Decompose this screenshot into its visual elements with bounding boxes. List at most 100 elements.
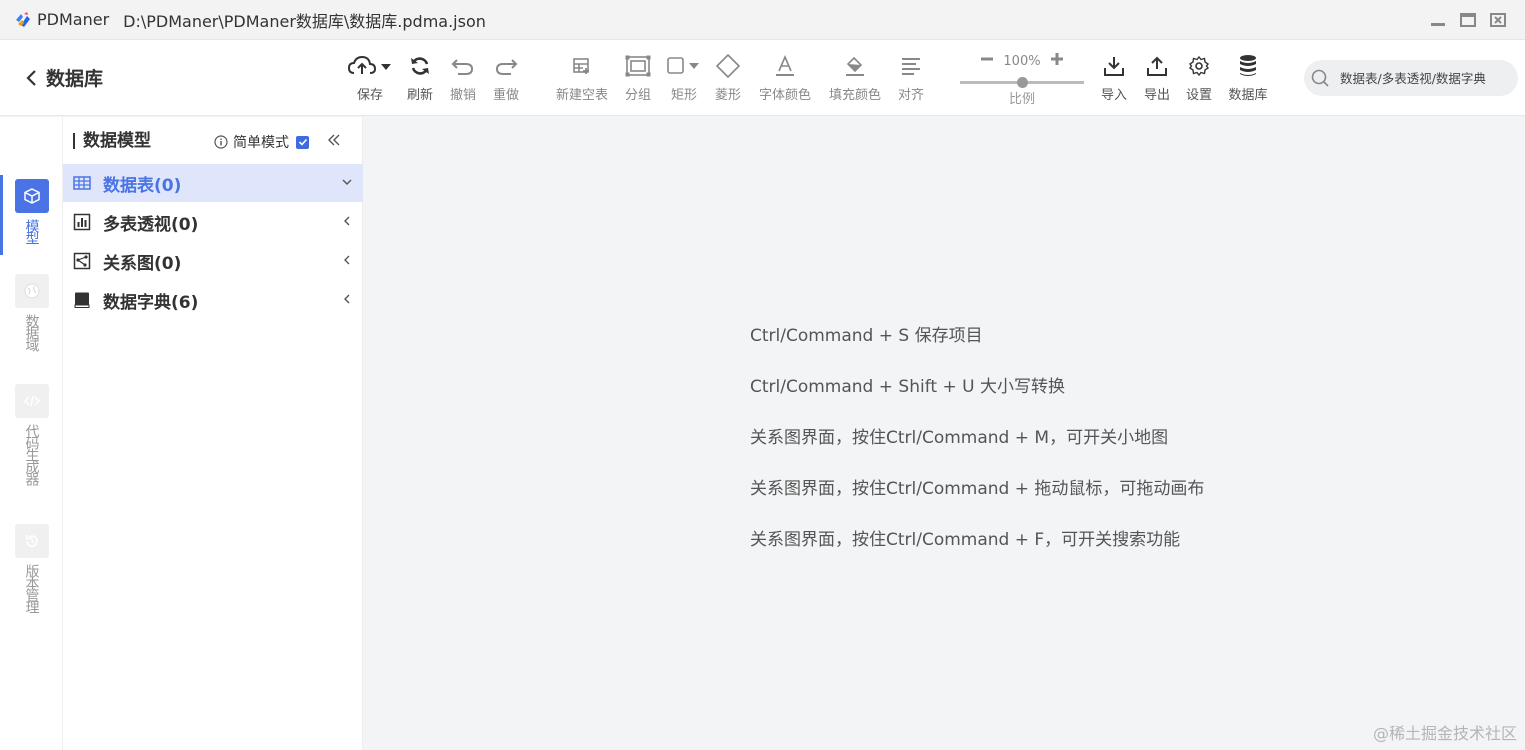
chevron-left-icon [344, 216, 350, 226]
export-icon [1146, 52, 1168, 80]
refresh-label: 刷新 [406, 88, 433, 103]
shortcut-tip: 关系图界面，按住Ctrl/Command + M，可开关小地图 [750, 428, 1169, 448]
group-icon [625, 52, 651, 80]
simple-mode-checkbox[interactable] [296, 135, 309, 149]
new-table-button[interactable]: 新建空表 [552, 52, 612, 103]
fill-color-button[interactable]: 填充颜色 [825, 52, 885, 103]
shortcut-tip: Ctrl/Command + S 保存项目 [750, 326, 983, 346]
save-button[interactable]: 保存 [345, 52, 395, 103]
database-label: 数据库 [1228, 88, 1268, 103]
window-titlebar: PDManer D:\PDManer\PDManer数据库\数据库.pdma.j… [0, 0, 1525, 40]
book-icon [73, 291, 91, 309]
chevron-left-icon [344, 294, 350, 304]
diamond-icon [715, 52, 741, 80]
rail-item-version[interactable]: 版本管理 [0, 524, 63, 612]
chevron-down-icon [342, 179, 352, 185]
zoom-in-button[interactable] [1050, 53, 1063, 69]
new-table-label: 新建空表 [555, 88, 608, 103]
group-label: 分组 [624, 88, 651, 103]
bar-chart-icon [73, 213, 91, 231]
simple-mode-toggle[interactable]: 简单模式 [214, 132, 309, 152]
database-button[interactable]: 数据库 [1223, 52, 1273, 103]
redo-button[interactable]: 重做 [481, 52, 531, 103]
zoom-value: 100% [1003, 53, 1041, 69]
rail-item-model[interactable]: 模型 [0, 179, 63, 243]
double-chevron-left-icon [328, 134, 340, 146]
app-name: PDManer [37, 10, 110, 29]
import-icon [1103, 52, 1125, 80]
chevron-left-icon [26, 69, 36, 86]
shortcut-tip: 关系图界面，按住Ctrl/Command + F，可开关搜索功能 [750, 530, 1181, 550]
undo-icon [450, 52, 476, 80]
undo-label: 撤销 [449, 88, 476, 103]
rail-item-codegen[interactable]: 代码生成器 [0, 384, 63, 484]
group-button[interactable]: 分组 [613, 52, 663, 103]
new-table-icon [571, 52, 593, 80]
zoom-control: 100% 比例 [958, 52, 1086, 107]
fill-color-icon [844, 52, 866, 80]
rail-label-codegen: 代码生成器 [23, 424, 40, 484]
tree-item-dicts[interactable]: 数据字典(6) [63, 281, 363, 319]
panel-header: 数据模型 [63, 117, 363, 165]
maximize-button[interactable] [1459, 11, 1477, 29]
rect-button[interactable]: 矩形 [659, 52, 709, 103]
align-icon [900, 52, 922, 80]
watermark: @稀土掘金技术社区 [1372, 724, 1517, 743]
fill-color-label: 填充颜色 [828, 88, 881, 103]
cube-icon [14, 179, 49, 213]
tree-item-diagrams[interactable]: 关系图(0) [63, 242, 363, 280]
app-logo-icon [13, 10, 33, 30]
save-label: 保存 [356, 88, 383, 103]
rectangle-icon [666, 52, 702, 80]
refresh-icon [409, 52, 431, 80]
code-icon [14, 384, 49, 418]
model-panel: 数据模型 简单模式 数据表(0) 多表透视(0) 关系图(0) 数据字典(6) [63, 117, 363, 750]
toolbar: 数据库 保存 刷新 撤销 重做 新建空表 分组 矩形 菱形 字体颜色 填充颜色 … [0, 40, 1525, 116]
tree-label-dicts: 数据字典(6) [103, 292, 199, 313]
cloud-upload-icon [347, 52, 393, 80]
settings-button[interactable]: 设置 [1174, 52, 1224, 103]
diamond-button[interactable]: 菱形 [703, 52, 753, 103]
zoom-slider[interactable] [960, 77, 1084, 88]
tree-label-tables: 数据表(0) [103, 175, 182, 196]
minimize-button[interactable] [1429, 11, 1447, 29]
export-label: 导出 [1143, 88, 1170, 103]
redo-label: 重做 [492, 88, 519, 103]
tree-item-tables[interactable]: 数据表(0) [63, 164, 363, 202]
rail-label-domain: 数据域 [23, 314, 40, 350]
rail-label-model: 模型 [23, 219, 40, 243]
zoom-out-button[interactable] [981, 53, 994, 69]
back-label: 数据库 [46, 68, 104, 90]
rail-item-domain[interactable]: 数据域 [0, 274, 63, 350]
search-input[interactable] [1340, 70, 1508, 86]
search-icon [1311, 69, 1329, 87]
diamond-label: 菱形 [714, 88, 741, 103]
file-path: D:\PDManer\PDManer数据库\数据库.pdma.json [123, 11, 486, 31]
zoom-label: 比例 [1008, 92, 1035, 107]
close-button[interactable] [1489, 11, 1507, 29]
diagram-icon [73, 252, 91, 270]
tree-label-views: 多表透视(0) [103, 214, 199, 235]
history-icon [14, 524, 49, 558]
back-button[interactable]: 数据库 [24, 64, 103, 91]
rail-label-version: 版本管理 [23, 564, 40, 612]
main-canvas: Ctrl/Command + S 保存项目 Ctrl/Command + Shi… [364, 117, 1525, 750]
search-box[interactable] [1304, 60, 1518, 96]
zoom-slider-handle[interactable] [1017, 77, 1028, 88]
collapse-panel-button[interactable] [327, 132, 341, 152]
globe-icon [14, 274, 49, 308]
table-icon [73, 174, 91, 192]
align-button[interactable]: 对齐 [886, 52, 936, 103]
font-color-label: 字体颜色 [758, 88, 811, 103]
shortcut-tip: Ctrl/Command + Shift + U 大小写转换 [750, 377, 1065, 397]
database-icon [1237, 52, 1259, 80]
panel-title: 数据模型 [73, 133, 151, 150]
font-color-button[interactable]: 字体颜色 [755, 52, 815, 103]
settings-label: 设置 [1185, 88, 1212, 103]
checkmark-icon [298, 138, 307, 146]
font-color-icon [774, 52, 796, 80]
shortcut-tip: 关系图界面，按住Ctrl/Command + 拖动鼠标，可拖动画布 [750, 479, 1205, 499]
nav-rail: 模型 数据域 代码生成器 版本管理 [0, 117, 63, 750]
simple-mode-label: 简单模式 [233, 135, 289, 151]
tree-item-views[interactable]: 多表透视(0) [63, 203, 363, 241]
